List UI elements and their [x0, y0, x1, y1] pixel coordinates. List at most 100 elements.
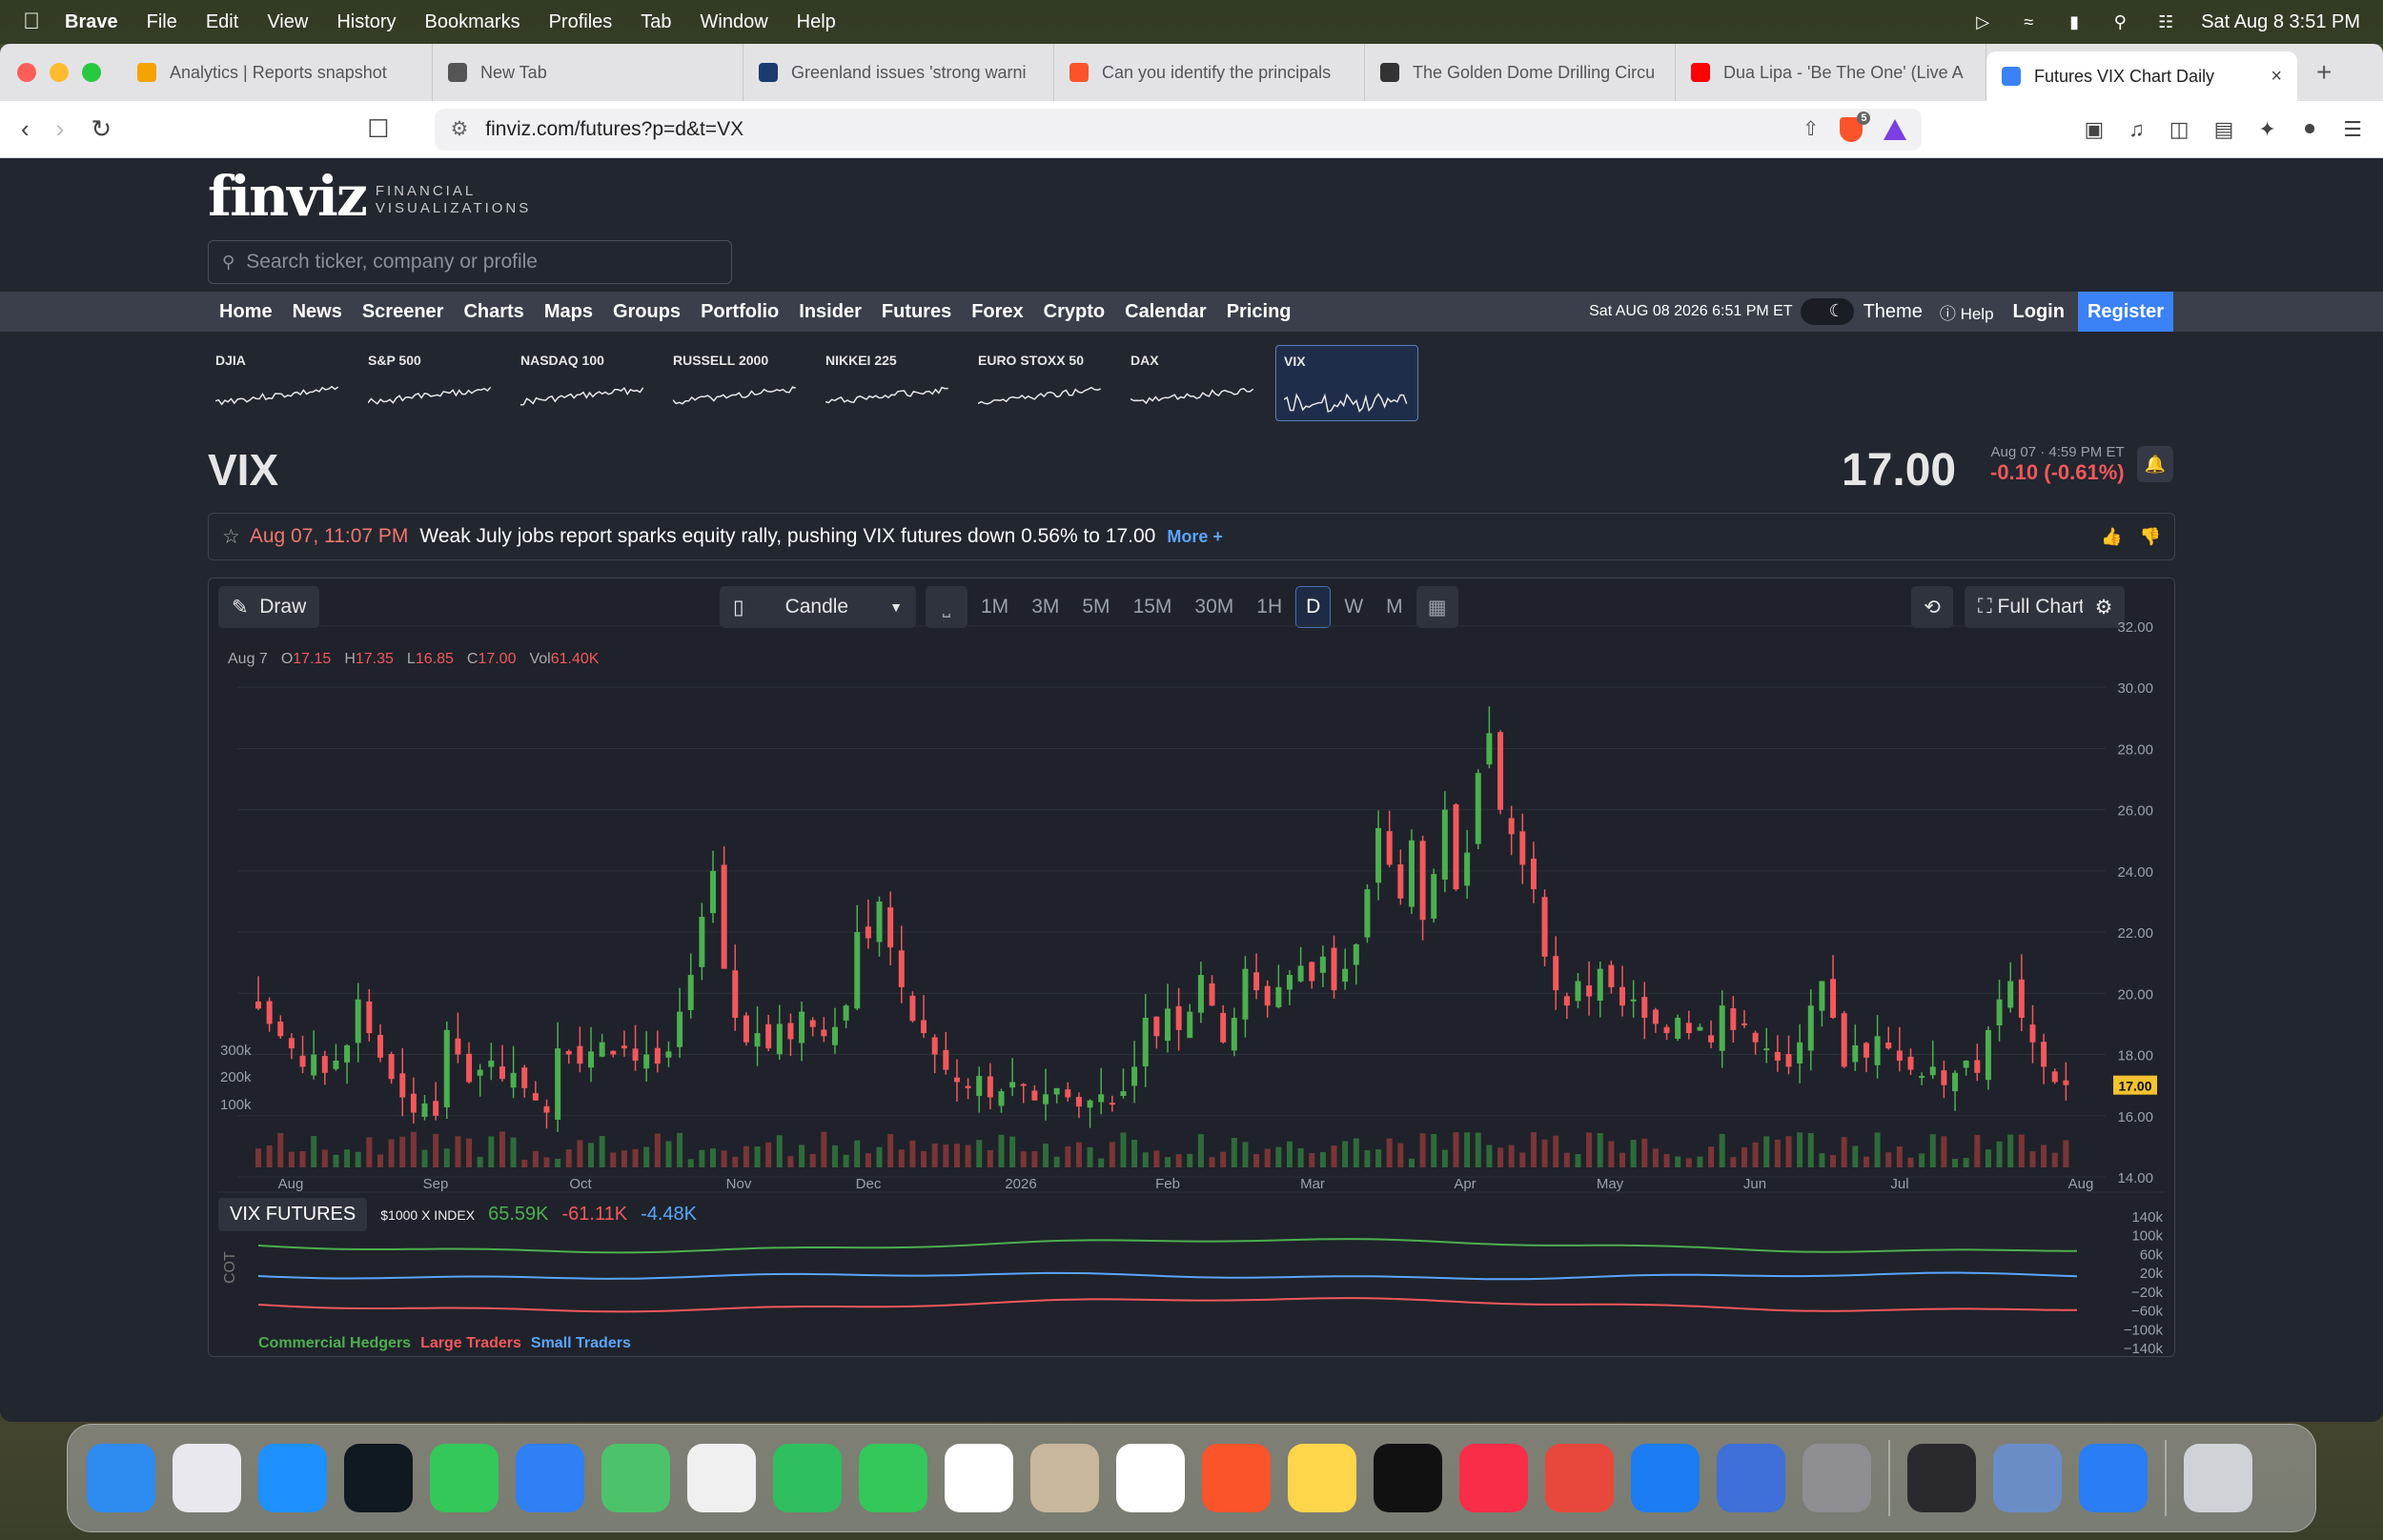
- nav-item-futures[interactable]: Futures: [882, 301, 951, 323]
- brave-shields-icon[interactable]: 5: [1840, 111, 1871, 142]
- menu-bookmarks[interactable]: Bookmarks: [425, 11, 520, 33]
- mini-chart-russell-2000[interactable]: RUSSELL 2000: [665, 345, 808, 421]
- nav-item-groups[interactable]: Groups: [613, 301, 681, 323]
- dock-disk-utility-icon[interactable]: [1993, 1444, 2062, 1512]
- address-bar[interactable]: ⚙ finviz.com/futures?p=d&t=VX ⇧ 5: [435, 108, 1923, 151]
- dock-apple-tv-icon[interactable]: [1374, 1444, 1442, 1512]
- nav-item-forex[interactable]: Forex: [971, 301, 1023, 323]
- star-icon[interactable]: ☆: [222, 525, 240, 549]
- zoom-window-button[interactable]: [82, 63, 101, 82]
- dock-messages-icon[interactable]: [430, 1444, 499, 1512]
- play-icon[interactable]: ▷: [1972, 11, 1993, 32]
- bookmark-icon[interactable]: ☐: [367, 114, 389, 144]
- close-tab-icon[interactable]: ×: [2271, 66, 2282, 88]
- finviz-logo[interactable]: finviz FINANCIAL VISUALIZATIONS: [208, 164, 531, 229]
- menu-edit[interactable]: Edit: [206, 11, 238, 33]
- new-tab-plus-icon[interactable]: +: [2316, 57, 2332, 88]
- mini-chart-euro-stoxx-50[interactable]: EURO STOXX 50: [970, 345, 1113, 421]
- browser-tab[interactable]: Can you identify the principals: [1054, 44, 1365, 101]
- reload-icon[interactable]: ↻: [91, 114, 112, 144]
- dock-facetime-icon[interactable]: [773, 1444, 842, 1512]
- dock-reminders-icon[interactable]: [1116, 1444, 1185, 1512]
- dock-mail-icon[interactable]: [516, 1444, 584, 1512]
- nav-item-home[interactable]: Home: [219, 301, 273, 323]
- browser-tab[interactable]: Greenland issues 'strong warni: [743, 44, 1054, 101]
- browser-tab[interactable]: The Golden Dome Drilling Circu: [1365, 44, 1676, 101]
- dock-quicktime-icon[interactable]: [2079, 1444, 2148, 1512]
- dock-calendar-icon[interactable]: [945, 1444, 1013, 1512]
- nav-item-portfolio[interactable]: Portfolio: [701, 301, 779, 323]
- register-button[interactable]: Register: [2077, 292, 2173, 332]
- dock-simulator-icon[interactable]: [1717, 1444, 1785, 1512]
- candlestick-chart[interactable]: 32.00 30.00 28.00 26.00 24.00 22.00 20.00 18.00…: [209, 578, 2174, 1356]
- mini-chart-djia[interactable]: DJIA: [208, 345, 351, 421]
- news-more-link[interactable]: More +: [1167, 527, 1223, 547]
- thumbs-up-icon[interactable]: 👍: [2101, 527, 2122, 547]
- dock-phone-icon[interactable]: [859, 1444, 927, 1512]
- menu-history[interactable]: History: [336, 11, 396, 33]
- dock-wavebox-icon[interactable]: [344, 1444, 413, 1512]
- login-link[interactable]: Login: [2013, 301, 2065, 323]
- dock-trash-icon[interactable]: [2184, 1444, 2252, 1512]
- back-arrow-icon[interactable]: ‹: [21, 114, 30, 144]
- browser-tab[interactable]: Analytics | Reports snapshot: [122, 44, 433, 101]
- nav-item-screener[interactable]: Screener: [362, 301, 444, 323]
- share-icon[interactable]: ⇧: [1803, 117, 1820, 141]
- browser-tab[interactable]: Dua Lipa - 'Be The One' (Live A: [1676, 44, 1986, 101]
- menu-help[interactable]: Help: [797, 11, 836, 33]
- browser-tab[interactable]: New Tab: [433, 44, 743, 101]
- wifi-icon[interactable]: ≈: [2018, 11, 2039, 32]
- nav-item-maps[interactable]: Maps: [544, 301, 593, 323]
- dock-notes-icon[interactable]: [1288, 1444, 1356, 1512]
- nav-item-insider[interactable]: Insider: [799, 301, 862, 323]
- mini-chart-nasdaq-100[interactable]: NASDAQ 100: [513, 345, 656, 421]
- menubar-clock[interactable]: Sat Aug 8 3:51 PM: [2201, 11, 2360, 33]
- news-headline[interactable]: Weak July jobs report sparks equity rall…: [419, 525, 1155, 548]
- menu-hamburger-icon[interactable]: ☰: [2343, 117, 2362, 142]
- dock-music-icon[interactable]: [1459, 1444, 1528, 1512]
- alert-bell-icon[interactable]: 🔔: [2137, 446, 2173, 482]
- mini-chart-vix[interactable]: VIX: [1275, 345, 1418, 421]
- menu-file[interactable]: File: [147, 11, 177, 33]
- theme-toggle[interactable]: ☾: [1800, 298, 1854, 325]
- menu-tab[interactable]: Tab: [641, 11, 671, 33]
- spotlight-search-icon[interactable]: ⚲: [2109, 11, 2130, 32]
- menu-window[interactable]: Window: [701, 11, 768, 33]
- dock-photos-icon[interactable]: [687, 1444, 756, 1512]
- site-settings-icon[interactable]: ⚙: [450, 117, 468, 141]
- mini-chart-dax[interactable]: DAX: [1123, 345, 1266, 421]
- dock-rocket-icon[interactable]: [1545, 1444, 1614, 1512]
- theme-label[interactable]: Theme: [1864, 301, 1923, 323]
- dock-app-store-icon[interactable]: [1631, 1444, 1700, 1512]
- reader-mode-icon[interactable]: ▣: [2085, 117, 2105, 142]
- dock-launchpad-icon[interactable]: [173, 1444, 241, 1512]
- vpn-icon[interactable]: ⚫: [2301, 117, 2318, 142]
- browser-tab[interactable]: Futures VIX Chart Daily ×: [1986, 51, 2297, 101]
- nav-item-pricing[interactable]: Pricing: [1227, 301, 1292, 323]
- dock-safari-icon[interactable]: [258, 1444, 327, 1512]
- dock-system-settings-icon[interactable]: [1803, 1444, 1871, 1512]
- url-text[interactable]: finviz.com/futures?p=d&t=VX: [485, 118, 743, 141]
- minimize-window-button[interactable]: [50, 63, 69, 82]
- dock-brave-icon[interactable]: [1202, 1444, 1271, 1512]
- menu-app[interactable]: Brave: [65, 11, 118, 33]
- nav-item-crypto[interactable]: Crypto: [1044, 301, 1105, 323]
- forward-arrow-icon[interactable]: ›: [56, 114, 65, 144]
- mini-chart-s-p-500[interactable]: S&P 500: [360, 345, 503, 421]
- media-icon[interactable]: ♫: [2128, 117, 2145, 142]
- sidebar-icon[interactable]: ◫: [2169, 117, 2190, 142]
- nav-item-calendar[interactable]: Calendar: [1125, 301, 1207, 323]
- dock-maps-icon[interactable]: [601, 1444, 670, 1512]
- nav-item-news[interactable]: News: [293, 301, 342, 323]
- menu-view[interactable]: View: [267, 11, 308, 33]
- help-link[interactable]: ⓘ Help: [1940, 300, 1994, 324]
- dock-contacts-icon[interactable]: [1030, 1444, 1099, 1512]
- close-window-button[interactable]: [17, 63, 36, 82]
- wallet-icon[interactable]: ▤: [2214, 117, 2234, 142]
- leo-ai-icon[interactable]: ✦: [2258, 117, 2275, 142]
- thumbs-down-icon[interactable]: 👎: [2140, 527, 2161, 547]
- nav-item-charts[interactable]: Charts: [463, 301, 523, 323]
- battery-icon[interactable]: ▮: [2064, 11, 2085, 32]
- search-input[interactable]: ⚲ Search ticker, company or profile: [208, 240, 732, 284]
- brave-rewards-icon[interactable]: [1884, 118, 1907, 140]
